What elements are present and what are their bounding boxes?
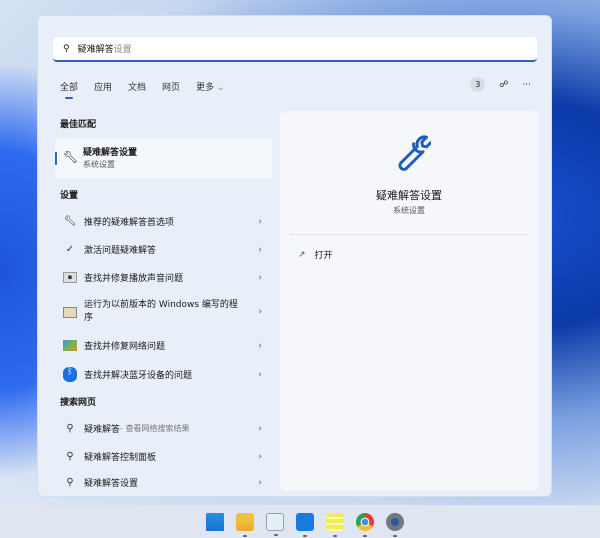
preview-pane: 疑难解答设置 系统设置 ↗ 打开 xyxy=(280,111,538,491)
tab-all[interactable]: 全部 xyxy=(60,80,78,99)
search-input[interactable]: ⚲ 疑难解答 设置 xyxy=(53,37,537,62)
wrench-icon: 🔧︎ xyxy=(63,150,79,164)
open-label: 打开 xyxy=(314,251,333,261)
divider xyxy=(290,234,528,235)
item-label: 激活问题疑难解答 xyxy=(84,246,157,256)
item-label: 疑难解答设置 xyxy=(84,479,139,489)
preview-title: 疑难解答设置 xyxy=(376,189,442,202)
item-label: 疑难解答 xyxy=(84,425,121,435)
tab-more-label: 更多 xyxy=(196,83,215,93)
tab-apps[interactable]: 应用 xyxy=(94,80,112,93)
item-label: 疑难解答控制面板 xyxy=(84,453,157,463)
filter-tabs: 全部 应用 文档 网页 更多 ⌄ xyxy=(60,80,225,99)
wrench-icon: 🔧︎ xyxy=(63,216,77,227)
best-match-heading: 最佳匹配 xyxy=(60,120,97,130)
tab-documents[interactable]: 文档 xyxy=(128,80,146,93)
search-icon: ⚲ xyxy=(66,451,74,462)
settings-icon[interactable] xyxy=(386,512,404,537)
web-item[interactable]: ⚲ 疑难解答控制面板 › xyxy=(55,450,272,463)
windows-start-icon[interactable] xyxy=(206,512,224,531)
chrome-icon[interactable] xyxy=(356,512,374,537)
file-explorer-icon[interactable] xyxy=(236,512,254,537)
preview-subtitle: 系统设置 xyxy=(393,206,425,215)
notes-icon[interactable] xyxy=(326,512,344,537)
search-icon: ⚲ xyxy=(63,43,70,54)
settings-item[interactable]: 运行为以前版本的 Windows 编写的程序 › xyxy=(55,298,272,326)
compatibility-icon xyxy=(63,306,77,318)
chevron-right-icon: › xyxy=(258,307,262,317)
open-external-icon: ↗ xyxy=(298,249,306,260)
web-item[interactable]: ⚲ 疑难解答 - 查看网络搜索结果 › xyxy=(55,422,272,435)
best-match-title: 疑难解答设置 xyxy=(83,148,138,158)
search-suggestion: 设置 xyxy=(113,45,132,55)
bluetooth-icon: ᛒ xyxy=(63,367,77,382)
settings-item[interactable]: ✓ 激活问题疑难解答 › xyxy=(55,243,272,256)
web-heading: 搜索网页 xyxy=(60,398,97,408)
settings-item[interactable]: 查找并修复网络问题 › xyxy=(55,339,272,352)
settings-item[interactable]: ᛒ 查找并解决蓝牙设备的问题 › xyxy=(55,367,272,382)
item-label: 运行为以前版本的 Windows 编写的程序 xyxy=(84,300,238,323)
account-icon[interactable]: ☍ xyxy=(499,80,508,90)
chevron-right-icon: › xyxy=(258,340,262,351)
taskbar xyxy=(0,505,600,538)
web-item[interactable]: ⚲ 疑难解答设置 › xyxy=(55,476,272,489)
chevron-right-icon: › xyxy=(258,423,262,434)
chevron-right-icon: › xyxy=(258,451,262,462)
settings-item[interactable]: ▪ 查找并修复播放声音问题 › xyxy=(55,271,272,284)
tab-more[interactable]: 更多 ⌄ xyxy=(196,80,224,93)
chevron-down-icon: ⌄ xyxy=(216,83,225,93)
item-label: 查找并修复播放声音问题 xyxy=(84,274,184,284)
item-label: 查找并解决蓝牙设备的问题 xyxy=(84,371,193,381)
item-sub: - 查看网络搜索结果 xyxy=(120,424,190,433)
search-icon: ⚲ xyxy=(66,423,74,434)
best-match-subtitle: 系统设置 xyxy=(83,160,115,169)
chevron-right-icon: › xyxy=(258,369,262,380)
network-icon xyxy=(63,340,77,351)
item-label: 查找并修复网络问题 xyxy=(84,342,166,352)
chevron-right-icon: › xyxy=(258,477,262,488)
search-icon: ⚲ xyxy=(66,477,74,488)
photos-icon[interactable] xyxy=(266,512,284,536)
more-options-button[interactable]: ··· xyxy=(522,80,531,90)
rewards-badge[interactable]: 3 xyxy=(470,77,486,92)
selection-indicator xyxy=(55,152,57,165)
search-panel: ⚲ 疑难解答 设置 全部 应用 文档 网页 更多 ⌄ 3 ☍ ··· 最佳匹配 🔧… xyxy=(37,15,552,497)
app-icon[interactable] xyxy=(296,512,314,537)
tab-web[interactable]: 网页 xyxy=(162,80,180,93)
open-action[interactable]: ↗ 打开 xyxy=(298,248,333,262)
wrench-icon xyxy=(398,135,431,171)
audio-troubleshoot-icon: ▪ xyxy=(63,272,77,283)
search-typed-text: 疑难解答 xyxy=(77,45,114,55)
chevron-right-icon: › xyxy=(258,244,262,255)
chevron-right-icon: › xyxy=(258,272,262,283)
chevron-right-icon: › xyxy=(258,216,262,227)
best-match-item[interactable]: 🔧︎ 疑难解答设置 系统设置 xyxy=(55,138,272,179)
check-circle-icon: ✓ xyxy=(65,244,75,255)
settings-heading: 设置 xyxy=(60,191,79,201)
settings-item[interactable]: 🔧︎ 推荐的疑难解答首选项 › xyxy=(55,215,272,228)
item-label: 推荐的疑难解答首选项 xyxy=(84,218,175,228)
